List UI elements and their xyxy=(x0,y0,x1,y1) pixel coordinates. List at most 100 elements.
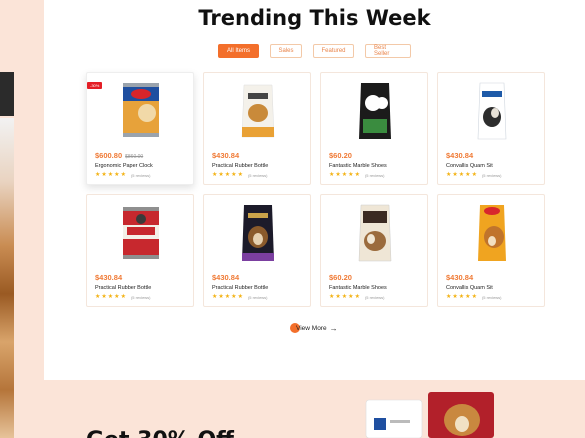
star-icon: ★ xyxy=(120,172,126,178)
product-card[interactable]: $60.20 Fantastic Marble Shoes ★ ★ ★ ★ ★ (5 r… xyxy=(320,194,428,307)
product-name[interactable]: Practical Rubber Bottle xyxy=(95,285,151,291)
star-icon: ★ xyxy=(95,294,101,300)
product-price: $430.84 xyxy=(95,273,123,282)
filter-featured[interactable]: Featured xyxy=(313,44,354,58)
view-more-label: View More xyxy=(296,324,327,332)
product-card[interactable]: $430.84 Practical Rubber Bottle ★ ★ ★ ★ ★ (5… xyxy=(203,194,311,307)
review-count: (5 reviews) xyxy=(364,294,385,300)
old-price: $860.00 xyxy=(125,154,144,160)
section-title: Trending This Week xyxy=(198,6,431,30)
pet-food-bag-icon xyxy=(359,83,391,139)
star-rating: ★ ★ ★ ★ ★ (5 reviews) xyxy=(95,172,151,178)
product-price: $600.80 xyxy=(95,151,123,160)
review-count: (5 reviews) xyxy=(247,172,268,178)
review-count: (5 reviews) xyxy=(481,294,502,300)
star-icon: ★ xyxy=(237,294,243,300)
product-name[interactable]: Practical Rubber Bottle xyxy=(212,163,268,169)
promo-heading: Get 30% Off xyxy=(86,428,234,438)
product-name[interactable]: Fantastic Marble Shoes xyxy=(329,285,387,291)
product-name[interactable]: Ergonomic Paper Clock xyxy=(95,163,153,169)
star-icon: ★ xyxy=(354,172,360,178)
discount-badge: -30% xyxy=(87,82,103,89)
star-icon: ★ xyxy=(465,294,471,300)
star-icon: ★ xyxy=(446,172,452,178)
star-rating: ★ ★ ★ ★ ★ (5 reviews) xyxy=(329,294,385,300)
product-name[interactable]: Convallis Quam Sit xyxy=(446,163,493,169)
pet-food-bag-icon xyxy=(428,392,494,438)
review-count: (5 reviews) xyxy=(130,294,151,300)
product-card[interactable]: $430.84 Practical Rubber Bottle ★ ★ ★ ★ ★ (5… xyxy=(86,194,194,307)
star-icon: ★ xyxy=(224,294,231,300)
star-icon: ★ xyxy=(458,294,465,300)
view-more-button[interactable]: View More → xyxy=(290,322,338,334)
star-icon: ★ xyxy=(224,172,231,178)
star-icon: ★ xyxy=(465,172,471,178)
star-icon: ★ xyxy=(348,172,354,178)
arrow-right-icon: → xyxy=(329,323,338,333)
product-name[interactable]: Convallis Quam Sit xyxy=(446,285,493,291)
product-price: $60.20 xyxy=(329,273,352,282)
star-rating: ★ ★ ★ ★ ★ (5 reviews) xyxy=(212,172,268,178)
star-icon: ★ xyxy=(446,294,452,300)
product-card[interactable]: $60.20 Fantastic Marble Shoes ★ ★ ★ ★ ★ (5 r… xyxy=(320,72,428,185)
product-name[interactable]: Practical Rubber Bottle xyxy=(212,285,268,291)
star-icon: ★ xyxy=(348,294,354,300)
star-icon: ★ xyxy=(95,172,101,178)
review-count: (5 reviews) xyxy=(130,172,151,178)
pet-food-bag-icon xyxy=(478,205,506,261)
product-price: $430.84 xyxy=(212,151,240,160)
star-icon: ★ xyxy=(341,172,348,178)
filter-best-seller[interactable]: Best Seller xyxy=(365,44,411,58)
star-rating: ★ ★ ★ ★ ★ (5 reviews) xyxy=(329,172,385,178)
product-price: $430.84 xyxy=(212,273,240,282)
star-icon: ★ xyxy=(101,172,107,178)
review-count: (5 reviews) xyxy=(364,172,385,178)
filter-tabs: All Items Sales Featured Best Seller xyxy=(44,44,585,58)
dog-food-can-icon xyxy=(123,207,159,259)
product-card[interactable]: -30% $600.80 $860.00 Ergonomic Paper Clo… xyxy=(86,72,194,185)
product-card[interactable]: $430.84 Convallis Quam Sit ★ ★ ★ ★ ★ (5 revi… xyxy=(437,72,545,185)
star-icon: ★ xyxy=(354,294,360,300)
star-icon: ★ xyxy=(341,294,348,300)
star-icon: ★ xyxy=(231,294,237,300)
review-count: (5 reviews) xyxy=(247,294,268,300)
star-icon: ★ xyxy=(329,294,335,300)
dog-photo xyxy=(0,118,14,438)
star-icon: ★ xyxy=(237,172,243,178)
star-icon: ★ xyxy=(452,172,458,178)
star-icon: ★ xyxy=(231,172,237,178)
star-rating: ★ ★ ★ ★ ★ (5 reviews) xyxy=(446,172,502,178)
pet-food-bag-icon xyxy=(242,205,274,261)
star-icon: ★ xyxy=(329,172,335,178)
star-icon: ★ xyxy=(218,294,224,300)
star-icon: ★ xyxy=(107,294,114,300)
star-icon: ★ xyxy=(458,172,465,178)
star-icon: ★ xyxy=(120,294,126,300)
star-rating: ★ ★ ★ ★ ★ (5 reviews) xyxy=(95,294,151,300)
star-icon: ★ xyxy=(114,172,120,178)
product-price: $430.84 xyxy=(446,151,474,160)
filter-sales[interactable]: Sales xyxy=(270,44,302,58)
product-price: $430.84 xyxy=(446,273,474,282)
product-name[interactable]: Fantastic Marble Shoes xyxy=(329,163,387,169)
product-grid: -30% $600.80 $860.00 Ergonomic Paper Clo… xyxy=(86,72,545,307)
star-icon: ★ xyxy=(471,294,477,300)
trending-section: Trending This Week All Items Sales Featu… xyxy=(44,0,585,380)
left-dark-block xyxy=(0,72,14,116)
star-icon: ★ xyxy=(114,294,120,300)
star-icon: ★ xyxy=(471,172,477,178)
filter-all-items[interactable]: All Items xyxy=(218,44,259,58)
star-icon: ★ xyxy=(218,172,224,178)
pet-food-bag-icon xyxy=(358,204,392,262)
star-rating: ★ ★ ★ ★ ★ (5 reviews) xyxy=(212,294,268,300)
star-icon: ★ xyxy=(212,172,218,178)
star-icon: ★ xyxy=(452,294,458,300)
product-card[interactable]: $430.84 Practical Rubber Bottle ★ ★ ★ ★ ★ (5… xyxy=(203,72,311,185)
star-icon: ★ xyxy=(107,172,114,178)
product-card[interactable]: $430.84 Convallis Quam Sit ★ ★ ★ ★ ★ (5 revi… xyxy=(437,194,545,307)
product-price: $60.20 xyxy=(329,151,352,160)
pet-food-bag-icon xyxy=(477,82,507,140)
dog-food-can-icon xyxy=(123,83,159,137)
star-icon: ★ xyxy=(335,172,341,178)
star-icon: ★ xyxy=(212,294,218,300)
